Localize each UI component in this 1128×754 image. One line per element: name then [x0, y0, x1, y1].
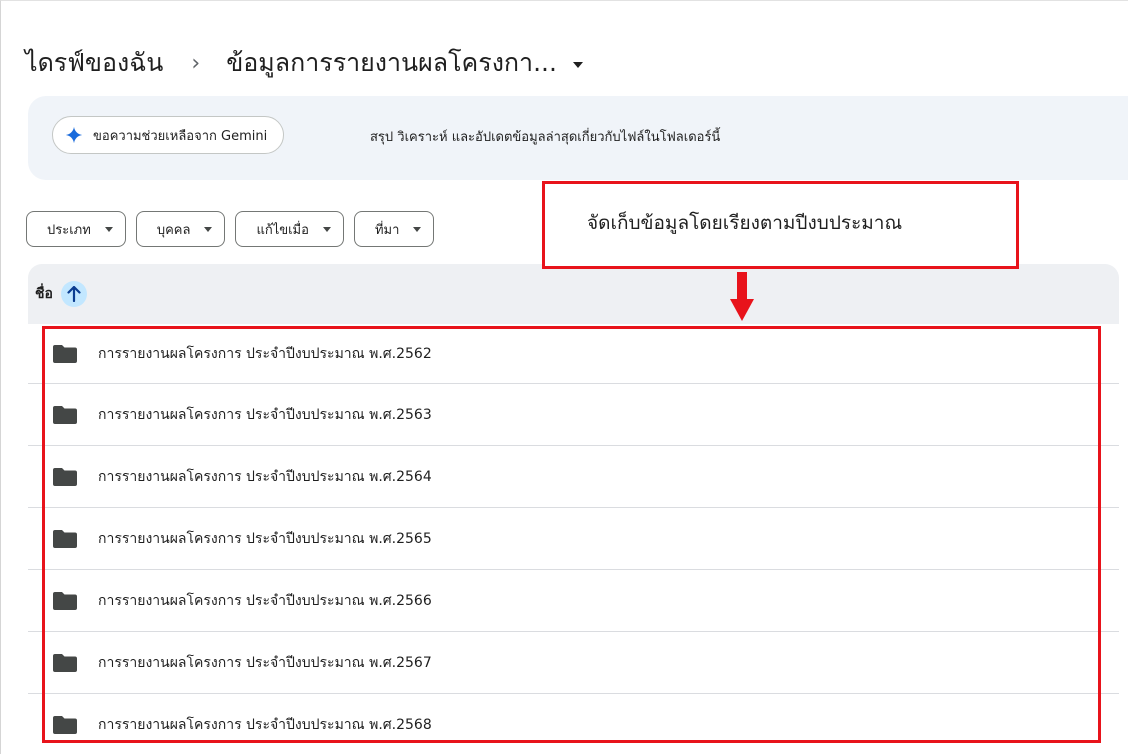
filter-modified[interactable]: แก้ไขเมื่อ — [235, 211, 344, 247]
filter-bar: ประเภท บุคคล แก้ไขเมื่อ ที่มา — [26, 211, 435, 247]
gemini-sparkle-icon — [65, 126, 83, 144]
annotation-callout: จัดเก็บข้อมูลโดยเรียงตามปีงบประมาณ — [542, 181, 1019, 269]
filter-people[interactable]: บุคคล — [135, 211, 226, 247]
annotation-highlight-box — [42, 326, 1101, 743]
filter-type-label: ประเภท — [47, 222, 91, 238]
column-name-header[interactable]: ชื่อ — [35, 283, 53, 305]
breadcrumb-separator-icon: › — [191, 50, 201, 76]
filter-type[interactable]: ประเภท — [26, 211, 126, 247]
chevron-down-icon — [104, 226, 113, 232]
breadcrumb-my-drive[interactable]: ไดรฟ์ของฉัน — [25, 43, 163, 83]
file-list-header: ชื่อ — [28, 264, 1119, 324]
chevron-down-icon — [413, 226, 422, 232]
arrow-up-icon — [67, 286, 81, 302]
filter-modified-label: แก้ไขเมื่อ — [256, 222, 309, 238]
annotation-callout-text: จัดเก็บข้อมูลโดยเรียงตามปีงบประมาณ — [587, 212, 903, 234]
filter-source-label: ที่มา — [374, 222, 400, 238]
drive-window: ไดรฟ์ของฉัน › ข้อมูลการรายงานผลโครงกา...… — [0, 0, 1128, 754]
chevron-down-icon — [322, 226, 331, 232]
gemini-banner: ขอความช่วยเหลือจาก Gemini สรุป วิเคราะห์… — [28, 96, 1128, 180]
annotation-arrow-down-icon — [730, 272, 754, 321]
filter-people-label: บุคคล — [156, 222, 191, 238]
sort-ascending-button[interactable] — [60, 281, 87, 307]
folder-menu-dropdown-icon[interactable] — [572, 61, 583, 68]
breadcrumb-current-folder[interactable]: ข้อมูลการรายงานผลโครงกา... — [226, 43, 557, 83]
gemini-help-button[interactable]: ขอความช่วยเหลือจาก Gemini — [52, 116, 285, 154]
breadcrumb: ไดรฟ์ของฉัน › ข้อมูลการรายงานผลโครงกา... — [25, 43, 583, 83]
gemini-help-label: ขอความช่วยเหลือจาก Gemini — [93, 128, 268, 144]
filter-source[interactable]: ที่มา — [353, 211, 435, 247]
chevron-down-icon — [204, 226, 213, 232]
gemini-description: สรุป วิเคราะห์ และอัปเดตข้อมูลล่าสุดเกี่… — [370, 130, 721, 145]
